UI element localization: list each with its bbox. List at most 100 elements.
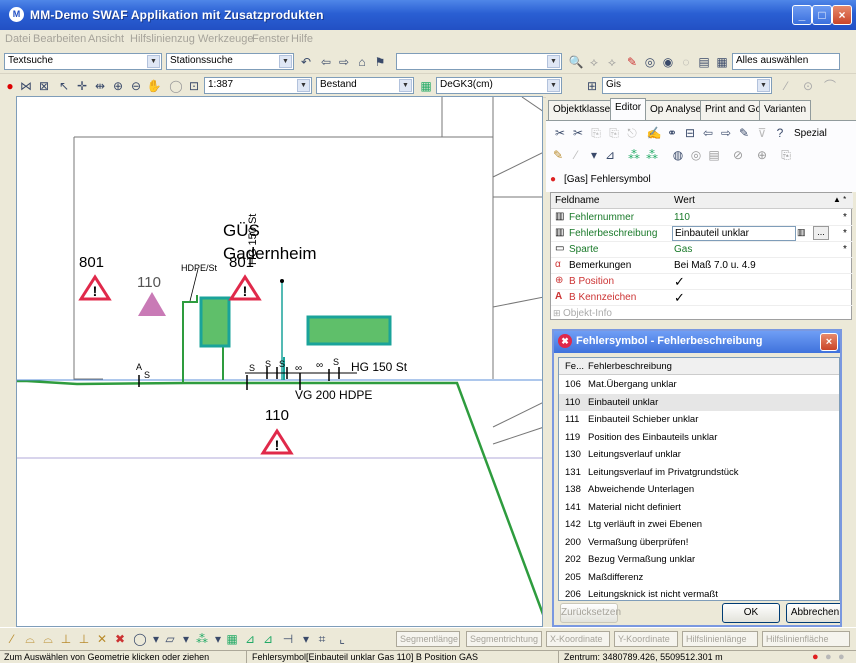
- draw-grid-icon[interactable]: ⌗: [314, 631, 330, 647]
- search-back-icon[interactable]: ↶: [298, 54, 314, 70]
- record-icon[interactable]: ●: [2, 78, 18, 94]
- menu-ansicht[interactable]: Ansicht: [88, 33, 124, 45]
- draw-dim-icon[interactable]: ⊿: [242, 631, 258, 647]
- back-icon[interactable]: ⇦: [700, 125, 716, 141]
- draw-pen-icon[interactable]: ✎: [550, 147, 566, 163]
- ellipsis-button[interactable]: ...: [813, 226, 829, 240]
- draw-tool-f-icon[interactable]: ▤: [706, 147, 722, 163]
- tool-a-icon[interactable]: ⟡: [586, 54, 602, 70]
- edit-tool-1-icon[interactable]: ✂: [552, 125, 568, 141]
- gis-select[interactable]: Gis ▼: [602, 77, 772, 94]
- segment-length-field[interactable]: Segmentlänge: [396, 631, 460, 647]
- draw-text-icon[interactable]: ▦: [224, 631, 240, 647]
- menu-werkzeuge[interactable]: Werkzeuge: [198, 33, 253, 45]
- select-all-combo[interactable]: Alles auswählen: [732, 53, 840, 70]
- error-list-item[interactable]: 111 Einbauteil Schieber unklar: [559, 411, 839, 428]
- segment-direction-field[interactable]: Segmentrichtung: [466, 631, 542, 647]
- pointer-icon[interactable]: ↖: [56, 78, 72, 94]
- error-list-item[interactable]: 138 Abweichende Unterlagen: [559, 481, 839, 498]
- draw-tool-e-icon[interactable]: ◎: [688, 147, 704, 163]
- zoom-select-icon[interactable]: 🔍: [568, 54, 584, 70]
- tool-d-icon[interactable]: ◎: [642, 54, 658, 70]
- move-icon[interactable]: ⇹: [92, 78, 108, 94]
- arrow-left-icon[interactable]: ⇦: [318, 54, 334, 70]
- field-value[interactable]: 110: [674, 212, 690, 223]
- map-canvas[interactable]: ! ! ! GÜS Gadernheim 801 801 110 110 HDP…: [16, 96, 543, 627]
- expand-icon[interactable]: ⊞: [553, 308, 561, 319]
- draw-line-icon[interactable]: ⁄: [778, 78, 794, 94]
- property-row[interactable]: A B Kennzeichen ✓: [551, 290, 853, 306]
- close-button[interactable]: ×: [832, 5, 852, 25]
- object-info-row[interactable]: ⊞ Objekt-Info: [551, 306, 853, 322]
- select-tool-icon[interactable]: ⋈: [18, 78, 34, 94]
- draw-node2-icon[interactable]: ⊥: [76, 631, 92, 647]
- sort-icon[interactable]: ▲ *: [833, 195, 846, 204]
- edit-tool-11-icon[interactable]: ✎: [736, 125, 752, 141]
- scale-input[interactable]: 1:387 ▼: [204, 77, 312, 94]
- edit-tool-5-icon[interactable]: ⎋: [624, 125, 640, 141]
- draw-node-icon[interactable]: ⊥: [58, 631, 74, 647]
- edit-tool-8-icon[interactable]: ⊟: [682, 125, 698, 141]
- error-list-item[interactable]: 131 Leitungsverlauf im Privatgrundstück: [559, 464, 839, 481]
- reset-button[interactable]: Zurücksetzen: [560, 603, 621, 623]
- property-row[interactable]: ▥ Fehlernummer 110 *: [551, 210, 853, 226]
- error-list-item[interactable]: 205 Maßdifferenz: [559, 569, 839, 586]
- pan-icon[interactable]: ✋: [146, 78, 162, 94]
- rect-dropdown-icon[interactable]: ▾: [178, 631, 194, 647]
- spezial-menu[interactable]: Spezial: [794, 128, 827, 139]
- draw-angle-icon[interactable]: ⊣: [280, 631, 296, 647]
- property-row[interactable]: α Bemerkungen Bei Maß 7.0 u. 4.9: [551, 258, 853, 274]
- search-mode-select[interactable]: Textsuche ▼: [4, 53, 162, 70]
- error-list-item[interactable]: 200 Vermaßung überprüfen!: [559, 534, 839, 551]
- cancel-button[interactable]: Abbrechen: [786, 603, 840, 623]
- filter-icon[interactable]: ⊽: [754, 125, 770, 141]
- tool-b-icon[interactable]: ⟡: [604, 54, 620, 70]
- error-list-item[interactable]: 110 Einbauteil unklar: [559, 393, 839, 411]
- select-all-icon[interactable]: ▦: [714, 54, 730, 70]
- error-symbol-110-selected[interactable]: [138, 292, 166, 316]
- tab-editor[interactable]: Editor: [610, 98, 647, 120]
- field-value[interactable]: Gas: [674, 244, 692, 255]
- help-icon[interactable]: ?: [772, 125, 788, 141]
- draw-tool-b-icon[interactable]: ⁂: [626, 147, 642, 163]
- tool-e-icon[interactable]: ◉: [660, 54, 676, 70]
- layer-select[interactable]: Bestand ▼: [316, 77, 414, 94]
- scale-icon[interactable]: ⊡: [186, 78, 202, 94]
- dialog-close-button[interactable]: ×: [820, 333, 838, 351]
- maximize-button[interactable]: □: [812, 5, 832, 25]
- crosshair-icon[interactable]: ✛: [74, 78, 90, 94]
- tab-print-and-go[interactable]: Print and Go: [700, 100, 767, 120]
- draw-dim2-icon[interactable]: ⊿: [260, 631, 276, 647]
- error-list-item[interactable]: 202 Bezug Vermaßung unklar: [559, 551, 839, 568]
- curve-icon[interactable]: ⌒: [822, 78, 838, 94]
- field-value[interactable]: ✓: [674, 290, 685, 306]
- tool-c-icon[interactable]: ✎: [624, 54, 640, 70]
- menu-hilfe[interactable]: Hilfe: [291, 33, 313, 45]
- error-list-item[interactable]: 119 Position des Einbauteils unklar: [559, 429, 839, 446]
- property-row[interactable]: ▭ Sparte Gas *: [551, 242, 853, 258]
- warning-triangle-110-bottom[interactable]: !: [260, 428, 294, 455]
- binoculars-icon[interactable]: ⚭: [664, 125, 680, 141]
- error-list-item[interactable]: 130 Leitungsverlauf unklar: [559, 446, 839, 463]
- draw-corner-icon[interactable]: ⌞: [334, 631, 350, 647]
- error-list-item[interactable]: 142 Ltg verläuft in zwei Ebenen: [559, 516, 839, 533]
- error-list-item[interactable]: 206 Leitungsknick ist nicht vermaßt: [559, 586, 839, 600]
- field-value[interactable]: ✓: [674, 274, 685, 290]
- draw-tool-i-icon[interactable]: ⎘: [778, 147, 794, 163]
- snap-icon[interactable]: ⊙: [800, 78, 816, 94]
- tool-f-icon[interactable]: ◌: [678, 54, 694, 70]
- tool-g-icon[interactable]: ▤: [696, 54, 712, 70]
- ok-button[interactable]: OK: [722, 603, 780, 623]
- draw-symbol-icon[interactable]: ⁂: [194, 631, 210, 647]
- draw-polyline-icon[interactable]: ⁄: [4, 631, 20, 647]
- edit-tool-4-icon[interactable]: ⎘: [606, 125, 622, 141]
- tab-varianten[interactable]: Varianten: [759, 100, 812, 120]
- description-input[interactable]: Einbauteil unklar: [672, 226, 796, 241]
- property-row[interactable]: ▥ Fehlerbeschreibung Einbauteil unklar ▥…: [551, 226, 853, 242]
- error-list-item[interactable]: 106 Mat.Übergang unklar: [559, 376, 839, 393]
- x-coordinate-field[interactable]: X-Koordinate: [546, 631, 610, 647]
- angle-dropdown-icon[interactable]: ▾: [298, 631, 314, 647]
- helper-line-length-field[interactable]: Hilfslinienlänge: [682, 631, 758, 647]
- draw-delete-icon[interactable]: ✖: [112, 631, 128, 647]
- home-icon[interactable]: ⌂: [354, 54, 370, 70]
